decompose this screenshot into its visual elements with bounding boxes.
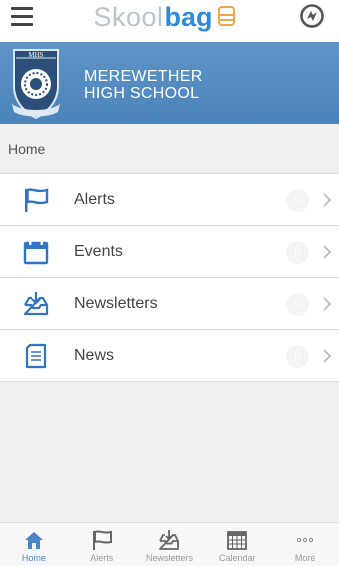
sync-icon[interactable]: [299, 3, 325, 29]
tab-home[interactable]: Home: [0, 523, 68, 566]
chevron-right-icon: [323, 297, 332, 311]
brand-name-light: Skool: [93, 2, 164, 32]
tab-label: Newsletters: [145, 553, 193, 563]
flag-icon: [92, 530, 112, 550]
school-name-line2: HIGH SCHOOL: [84, 85, 200, 102]
tab-label: Home: [21, 553, 46, 563]
tab-label: Calendar: [219, 553, 256, 563]
bottom-tab-bar: Home Alerts Newsletters Calendar More: [0, 522, 339, 566]
brand-name-bold: bag: [164, 2, 213, 32]
count-badge: 0: [286, 345, 309, 368]
tab-label: Alerts: [90, 553, 114, 563]
main-menu-list: Alerts 0 Events 0 Newsletters 0 News 0: [0, 174, 339, 382]
tab-calendar[interactable]: Calendar: [203, 523, 271, 566]
school-name-line1: MEREWETHER: [84, 68, 203, 85]
menu-item-alerts[interactable]: Alerts 0: [0, 174, 339, 226]
menu-item-newsletters[interactable]: Newsletters 0: [0, 278, 339, 330]
more-dots-icon: [296, 537, 314, 543]
menu-item-events[interactable]: Events 0: [0, 226, 339, 278]
menu-item-label: Newsletters: [74, 295, 158, 312]
app-header: Skool bag: [0, 0, 339, 42]
school-banner: MHS MEREWETHER HIGH SCHOOL: [0, 42, 339, 124]
menu-item-label: Alerts: [74, 191, 115, 208]
empty-content-area: [0, 382, 339, 522]
flag-icon: [25, 188, 49, 212]
chevron-right-icon: [323, 193, 332, 207]
chevron-right-icon: [323, 349, 332, 363]
inbox-download-icon: [23, 292, 49, 316]
count-badge: 0: [286, 189, 309, 212]
menu-item-news[interactable]: News 0: [0, 330, 339, 382]
menu-item-label: News: [74, 347, 115, 364]
app-logo: Skool bag: [0, 0, 339, 34]
tab-alerts[interactable]: Alerts: [68, 523, 136, 566]
breadcrumb-home: Home: [8, 140, 46, 157]
menu-item-label: Events: [74, 243, 123, 260]
home-icon: [24, 532, 43, 549]
inbox-download-icon: [159, 530, 180, 550]
school-crest-logo: MHS: [12, 49, 60, 120]
breadcrumb: Home: [0, 124, 339, 174]
tab-newsletters[interactable]: Newsletters: [136, 523, 204, 566]
bag-icon: [217, 6, 235, 26]
crest-initials: MHS: [28, 51, 43, 59]
school-name: MEREWETHER HIGH SCHOOL: [84, 68, 203, 102]
chevron-right-icon: [323, 245, 332, 259]
tab-label: More: [294, 553, 316, 563]
count-badge: 0: [286, 241, 309, 264]
tab-more[interactable]: More: [271, 523, 339, 566]
calendar-icon: [23, 240, 49, 265]
calendar-grid-icon: [227, 531, 248, 550]
count-badge: 0: [286, 293, 309, 316]
document-icon: [25, 343, 47, 369]
